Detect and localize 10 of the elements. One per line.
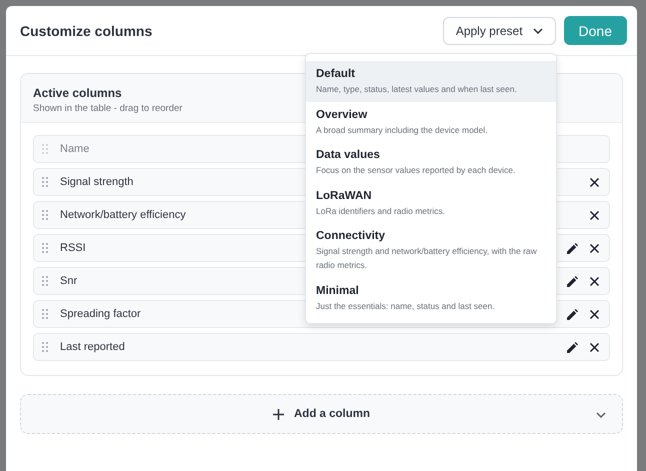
column-label: Network/battery efficiency bbox=[60, 209, 186, 221]
column-label: Name bbox=[60, 143, 90, 155]
column-label: Spreading factor bbox=[60, 308, 141, 320]
dialog-title: Customize columns bbox=[20, 22, 152, 38]
column-label: Snr bbox=[60, 275, 78, 287]
card-subtitle: Shown in the table - drag to reorder bbox=[33, 103, 182, 114]
column-label: Last reported bbox=[60, 341, 125, 353]
column-label: RSSI bbox=[60, 242, 86, 254]
card-title: Active columns bbox=[33, 86, 122, 100]
column-label: Signal strength bbox=[60, 176, 134, 188]
